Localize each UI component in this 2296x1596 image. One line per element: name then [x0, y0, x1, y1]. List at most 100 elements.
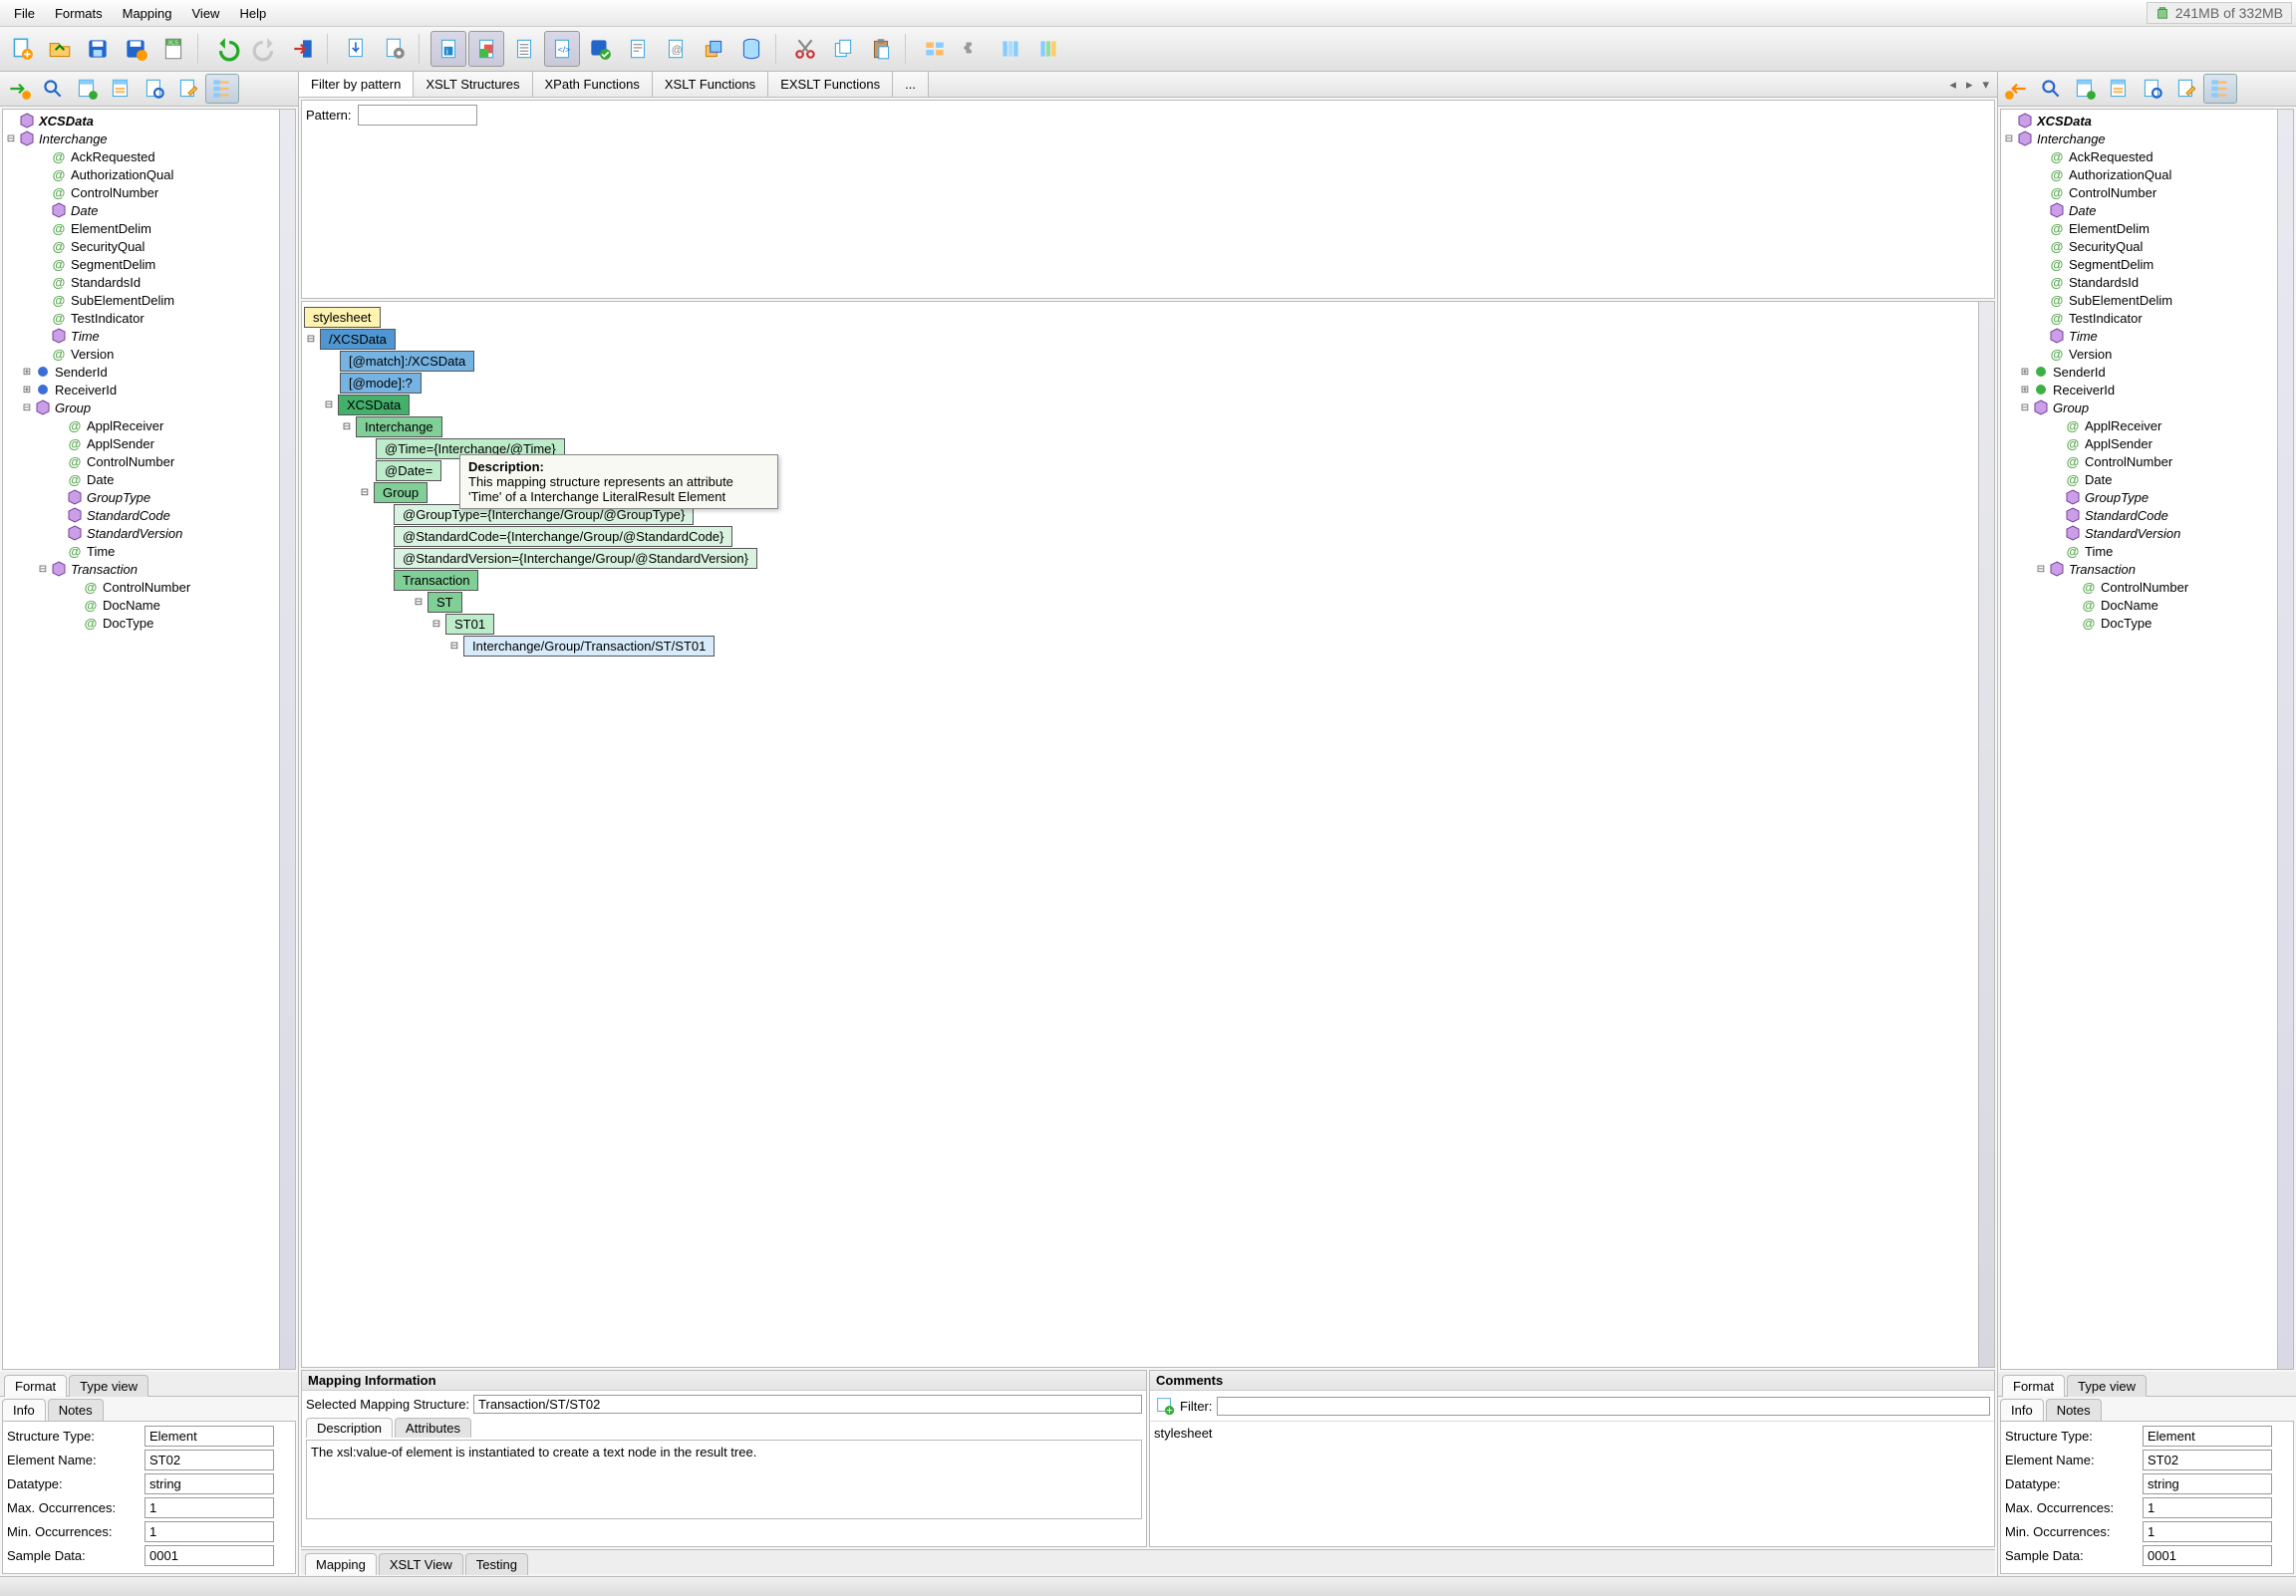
- tree-node[interactable]: StandardVersion: [3, 524, 295, 542]
- left-arrow-new-button[interactable]: [2, 74, 36, 104]
- right-tab-typeview[interactable]: Type view: [2067, 1375, 2147, 1397]
- tree-node[interactable]: ⊞ ReceiverId: [2001, 381, 2293, 399]
- tree-node[interactable]: @ AuthorizationQual: [2001, 165, 2293, 183]
- tree-node[interactable]: @ ControlNumber: [3, 578, 295, 596]
- tree-node[interactable]: @ ElementDelim: [2001, 219, 2293, 237]
- tab-attributes[interactable]: Attributes: [395, 1418, 471, 1438]
- tabs-next-icon[interactable]: ▸: [1962, 75, 1977, 95]
- tab-filter-pattern[interactable]: Filter by pattern: [299, 72, 414, 97]
- map-node-stdcode[interactable]: @StandardCode={Interchange/Group/@Standa…: [394, 526, 732, 547]
- tree-node[interactable]: @ ApplReceiver: [2001, 416, 2293, 434]
- map-node-group[interactable]: Group: [374, 482, 428, 503]
- tree-node[interactable]: ⊞ ReceiverId: [3, 381, 295, 399]
- map-node-stdver[interactable]: @StandardVersion={Interchange/Group/@Sta…: [394, 548, 757, 569]
- toggle-info-button[interactable]: i: [430, 31, 466, 67]
- map-node-match[interactable]: [@match]:/XCSData: [340, 351, 474, 372]
- right-info-tab-notes[interactable]: Notes: [2046, 1399, 2102, 1421]
- menu-file[interactable]: File: [4, 3, 45, 24]
- tree-node[interactable]: Time: [3, 327, 295, 345]
- view-list-button[interactable]: [506, 31, 542, 67]
- tree-node[interactable]: @ AckRequested: [3, 147, 295, 165]
- pattern-input[interactable]: [358, 105, 477, 126]
- tree-node[interactable]: GroupType: [2001, 488, 2293, 506]
- expand-icon[interactable]: ⊟: [2035, 564, 2047, 575]
- tree-node[interactable]: @ ControlNumber: [3, 452, 295, 470]
- new-file-button[interactable]: [4, 31, 40, 67]
- expand-icon[interactable]: ⊟: [412, 597, 426, 608]
- right-info-tab-info[interactable]: Info: [2000, 1399, 2044, 1421]
- menu-view[interactable]: View: [182, 3, 230, 24]
- expand-icon[interactable]: ⊟: [358, 487, 372, 498]
- copy-button[interactable]: [825, 31, 861, 67]
- map-node-stylesheet[interactable]: stylesheet: [304, 307, 381, 328]
- tree-node[interactable]: @ Date: [3, 470, 295, 488]
- cols-mix-button[interactable]: [1030, 31, 1066, 67]
- cut-button[interactable]: [787, 31, 823, 67]
- filter-input[interactable]: [1217, 1397, 1991, 1416]
- tree-node[interactable]: ⊟ Interchange: [2001, 130, 2293, 147]
- right-doc-search-button[interactable]: [2136, 74, 2169, 104]
- right-tree[interactable]: XCSData ⊟ Interchange @ AckRequested @ A…: [2001, 110, 2293, 634]
- tree-node[interactable]: @ SubElementDelim: [2001, 291, 2293, 309]
- left-doc-edit-button[interactable]: [171, 74, 205, 104]
- database-button[interactable]: [733, 31, 769, 67]
- tab-xslt-functions[interactable]: XSLT Functions: [653, 72, 768, 97]
- save-as-button[interactable]: [118, 31, 153, 67]
- tree-node[interactable]: @ ControlNumber: [2001, 578, 2293, 596]
- view-doc2-button[interactable]: [620, 31, 656, 67]
- left-search-button[interactable]: [36, 74, 70, 104]
- tree-node[interactable]: @ DocType: [2001, 614, 2293, 632]
- export-xls-button[interactable]: XLS: [155, 31, 191, 67]
- left-note-list-button[interactable]: [104, 74, 138, 104]
- tree-node[interactable]: @ SecurityQual: [2001, 237, 2293, 255]
- tree-node[interactable]: @ DocName: [2001, 596, 2293, 614]
- right-search-button[interactable]: [2034, 74, 2068, 104]
- expand-icon[interactable]: ⊞: [2019, 367, 2031, 378]
- tab-xslt-view[interactable]: XSLT View: [379, 1553, 463, 1575]
- map-node-date-attr[interactable]: @Date=: [376, 460, 441, 481]
- tree-node[interactable]: @ SegmentDelim: [2001, 255, 2293, 273]
- scrollbar[interactable]: [1978, 302, 1994, 1367]
- map-node-interchange[interactable]: Interchange: [356, 416, 442, 437]
- tree-node[interactable]: @ Time: [2001, 542, 2293, 560]
- tree-node[interactable]: @ TestIndicator: [2001, 309, 2293, 327]
- tree-node[interactable]: XCSData: [3, 112, 295, 130]
- tree-node[interactable]: XCSData: [2001, 112, 2293, 130]
- tree-node[interactable]: @ ControlNumber: [2001, 183, 2293, 201]
- left-info-tab-info[interactable]: Info: [2, 1399, 46, 1421]
- left-tree-sync-button[interactable]: [205, 74, 239, 104]
- tree-node[interactable]: ⊟ Group: [3, 399, 295, 416]
- expand-icon[interactable]: ⊞: [2019, 385, 2031, 396]
- tree-node[interactable]: @ Time: [3, 542, 295, 560]
- expand-icon[interactable]: ⊟: [5, 133, 17, 144]
- right-note-new-button[interactable]: [2068, 74, 2102, 104]
- left-info-tab-notes[interactable]: Notes: [48, 1399, 104, 1421]
- scrollbar[interactable]: [279, 110, 295, 1369]
- tabs-menu-icon[interactable]: ▾: [1978, 75, 1993, 95]
- view-at-button[interactable]: @: [658, 31, 694, 67]
- layers-button[interactable]: [696, 31, 731, 67]
- tab-testing[interactable]: Testing: [465, 1553, 528, 1575]
- bricks-button[interactable]: [917, 31, 953, 67]
- expand-icon[interactable]: ⊞: [21, 385, 33, 396]
- expand-icon[interactable]: ⊟: [37, 564, 49, 575]
- tree-node[interactable]: @ Version: [3, 345, 295, 363]
- puzzle-button[interactable]: [955, 31, 991, 67]
- right-doc-edit-button[interactable]: [2169, 74, 2203, 104]
- map-node-xcsdata[interactable]: XCSData: [338, 395, 410, 415]
- db-config-button[interactable]: [377, 31, 413, 67]
- tree-node[interactable]: @ DocName: [3, 596, 295, 614]
- tree-node[interactable]: ⊟ Group: [2001, 399, 2293, 416]
- tree-node[interactable]: @ ApplReceiver: [3, 416, 295, 434]
- tree-node[interactable]: StandardVersion: [2001, 524, 2293, 542]
- comment-add-icon[interactable]: [1154, 1395, 1176, 1417]
- tree-node[interactable]: StandardCode: [2001, 506, 2293, 524]
- tree-node[interactable]: ⊞ SenderId: [2001, 363, 2293, 381]
- left-doc-search-button[interactable]: [138, 74, 171, 104]
- tab-mapping-view[interactable]: Mapping: [305, 1553, 377, 1575]
- tree-node[interactable]: @ SubElementDelim: [3, 291, 295, 309]
- left-tab-format[interactable]: Format: [4, 1375, 67, 1397]
- menu-mapping[interactable]: Mapping: [113, 3, 182, 24]
- paste-button[interactable]: [863, 31, 899, 67]
- tab-description[interactable]: Description: [306, 1418, 393, 1438]
